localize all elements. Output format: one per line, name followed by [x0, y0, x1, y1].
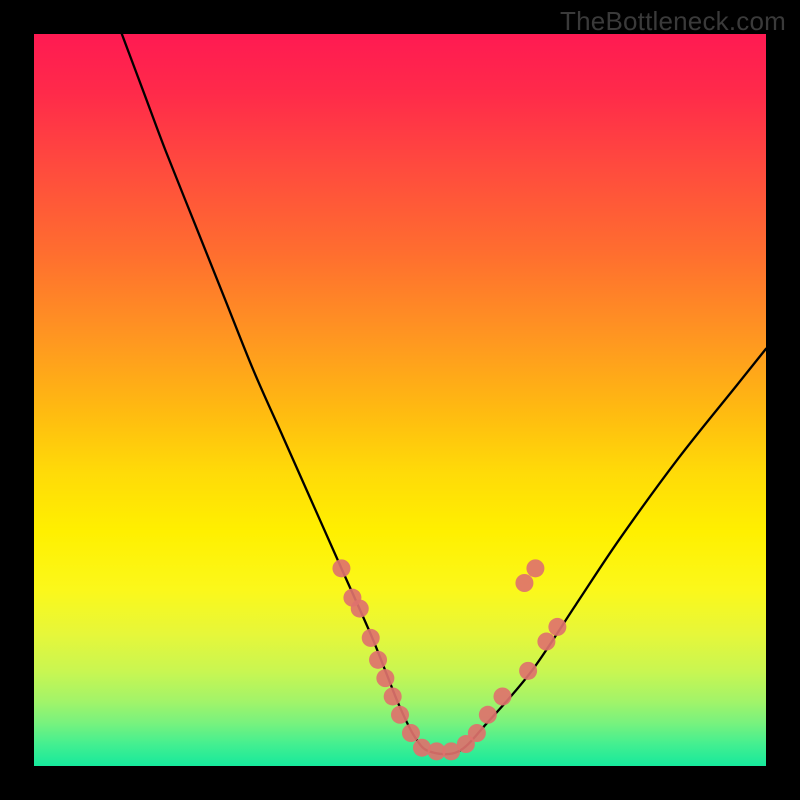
- curve-marker: [351, 600, 369, 618]
- curve-marker: [376, 669, 394, 687]
- curve-marker: [537, 633, 555, 651]
- curve-marker: [442, 742, 460, 760]
- curve-marker: [493, 687, 511, 705]
- bottleneck-curve: [122, 34, 766, 754]
- curve-marker: [391, 706, 409, 724]
- curve-marker: [519, 662, 537, 680]
- curve-marker: [468, 724, 486, 742]
- watermark-text: TheBottleneck.com: [560, 6, 786, 37]
- chart-outer-frame: TheBottleneck.com: [0, 0, 800, 800]
- chart-svg-layer: [34, 34, 766, 766]
- curve-marker: [479, 706, 497, 724]
- curve-marker: [526, 559, 544, 577]
- curve-markers: [332, 559, 566, 760]
- curve-marker: [413, 739, 431, 757]
- curve-marker: [332, 559, 350, 577]
- curve-marker: [369, 651, 387, 669]
- curve-marker: [343, 589, 361, 607]
- curve-marker: [428, 742, 446, 760]
- curve-marker: [362, 629, 380, 647]
- curve-marker: [402, 724, 420, 742]
- chart-plot-area: [34, 34, 766, 766]
- curve-marker: [548, 618, 566, 636]
- curve-marker: [457, 735, 475, 753]
- curve-marker: [515, 574, 533, 592]
- curve-marker: [384, 687, 402, 705]
